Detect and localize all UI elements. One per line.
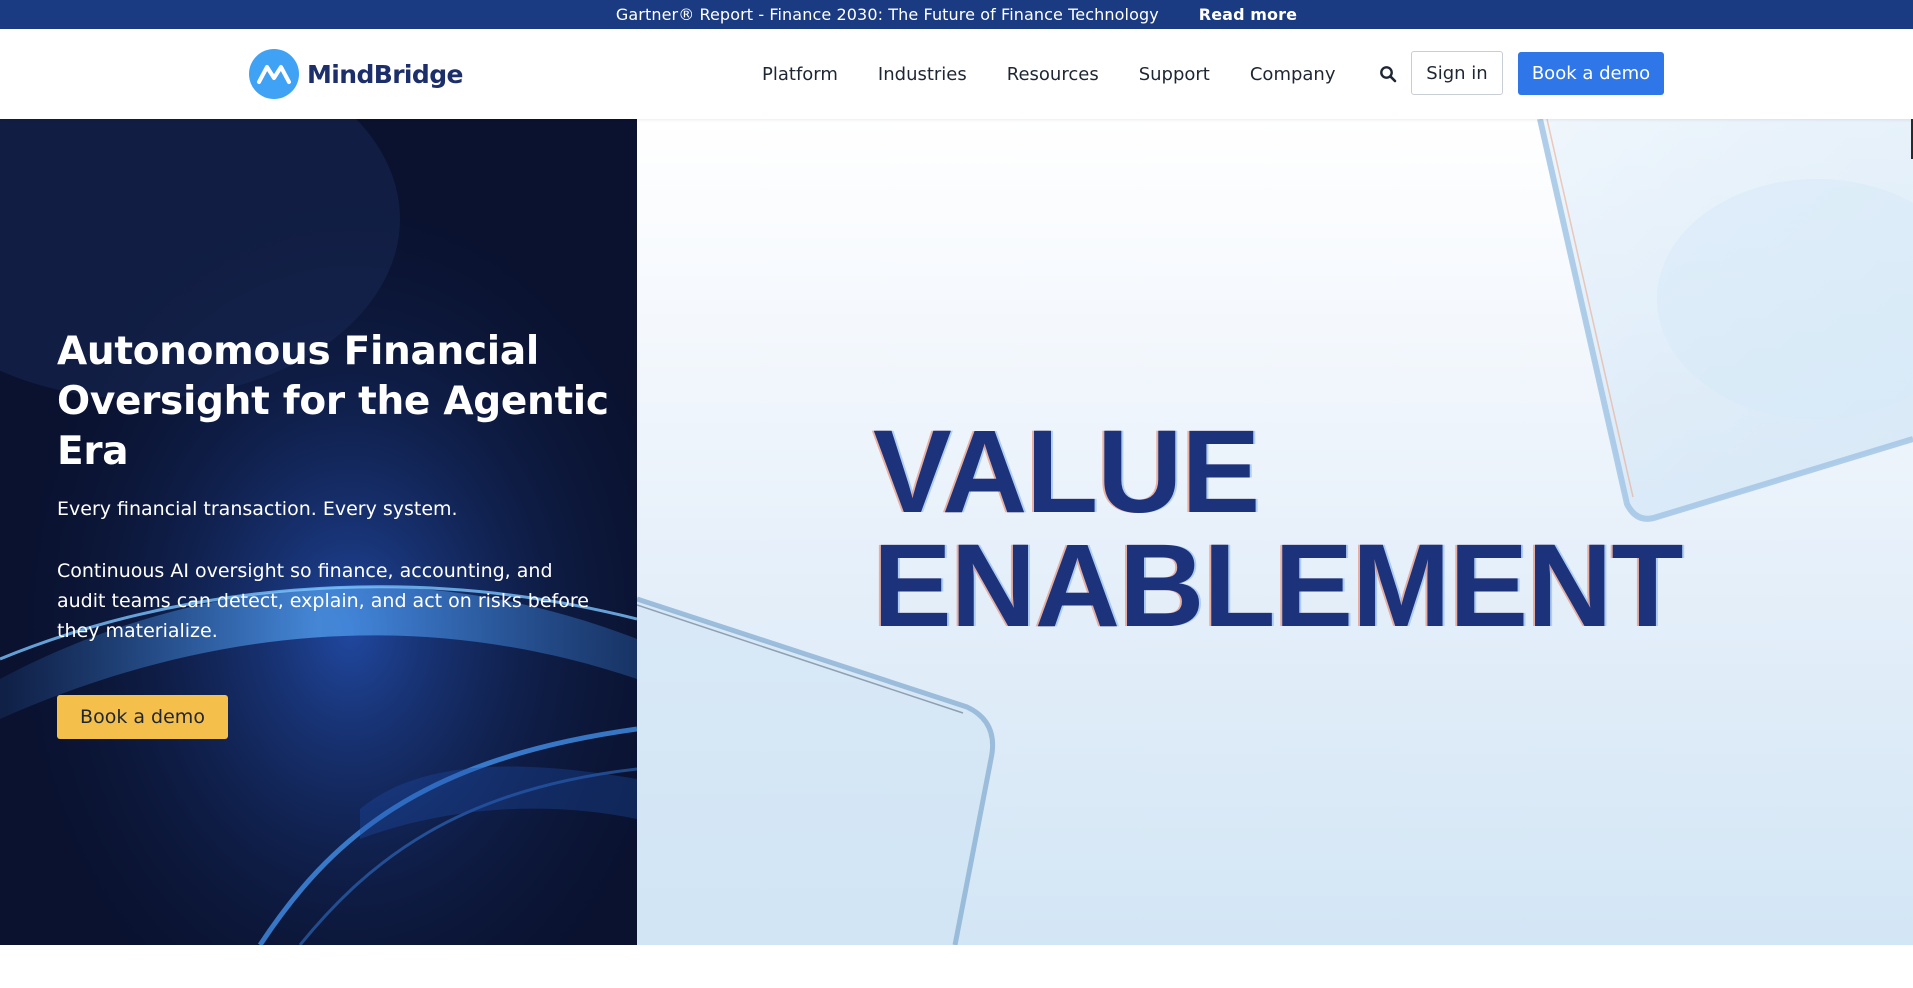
main-nav: Platform Industries Resources Support Co… [762, 29, 1336, 119]
book-demo-header-button[interactable]: Book a demo [1518, 52, 1664, 95]
logo[interactable]: MindBridge [249, 48, 463, 100]
announcement-text: Gartner® Report - Finance 2030: The Futu… [615, 5, 1159, 24]
value-enablement-heading: VALUE ENABLEMENT [873, 406, 1683, 652]
read-more-link[interactable]: Read more [1199, 5, 1297, 24]
nav-support[interactable]: Support [1139, 64, 1210, 85]
mindbridge-logo-icon [249, 49, 299, 99]
hero-wave-background [0, 119, 637, 945]
site-header: MindBridge Platform Industries Resources… [0, 29, 1913, 119]
book-demo-hero-button[interactable]: Book a demo [57, 695, 228, 739]
value-text-line2: ENABLEMENT [873, 520, 1683, 652]
value-text-line1: VALUE [873, 406, 1260, 538]
page: Gartner® Report - Finance 2030: The Futu… [0, 0, 1913, 988]
hero-subtitle: Every financial transaction. Every syste… [57, 498, 458, 520]
search-icon[interactable] [1376, 62, 1400, 86]
nav-platform[interactable]: Platform [762, 64, 838, 85]
nav-resources[interactable]: Resources [1007, 64, 1099, 85]
hero-description: Continuous AI oversight so finance, acco… [57, 560, 589, 642]
hero-title: Autonomous Financial Oversight for the A… [57, 329, 609, 474]
nav-company[interactable]: Company [1250, 64, 1336, 85]
logo-text: MindBridge [307, 59, 463, 89]
nav-industries[interactable]: Industries [878, 64, 967, 85]
hero-left-panel: Autonomous Financial Oversight for the A… [0, 119, 637, 945]
sign-in-button[interactable]: Sign in [1411, 51, 1503, 95]
announcement-bar: Gartner® Report - Finance 2030: The Futu… [0, 0, 1913, 29]
hero-right-visual: VALUE ENABLEMENT [637, 119, 1913, 945]
